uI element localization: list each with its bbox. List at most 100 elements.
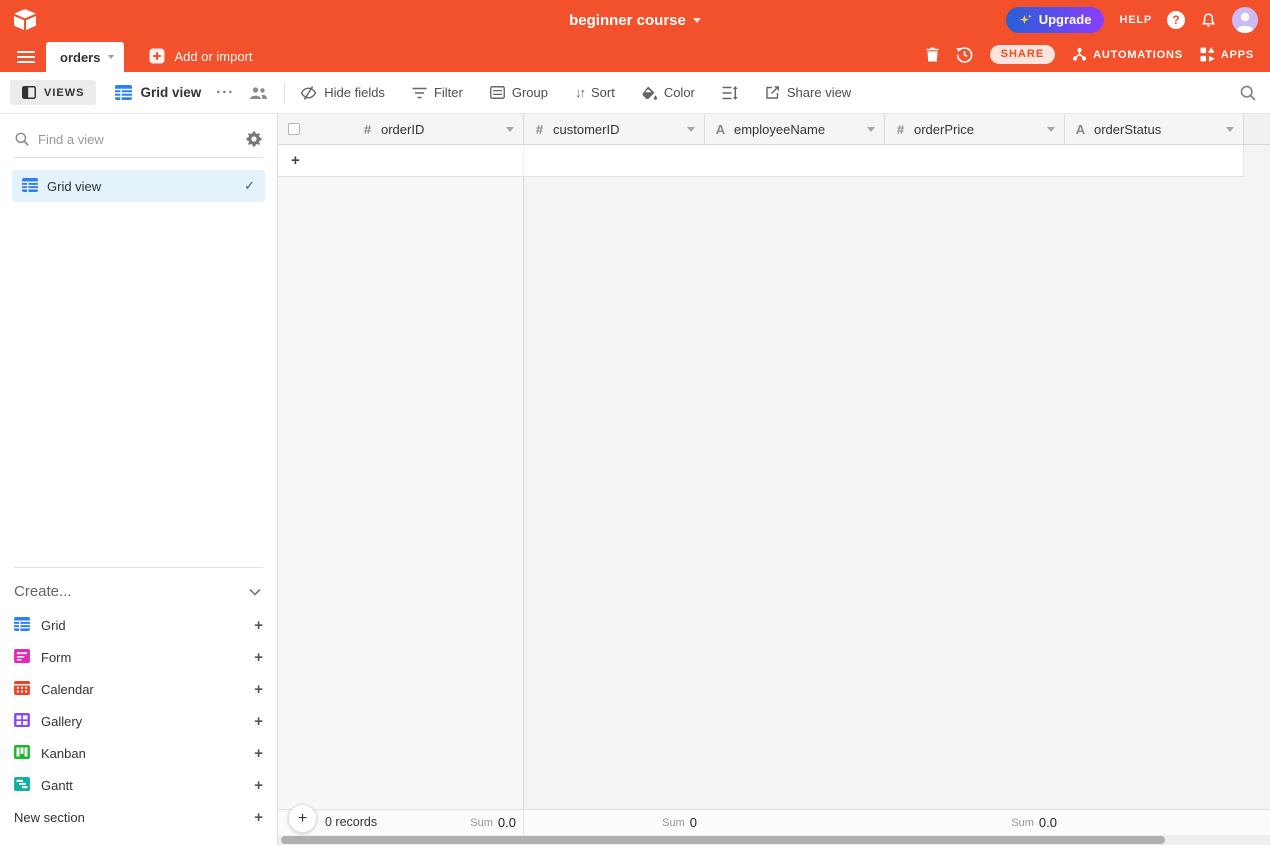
plus-icon: +	[291, 152, 300, 169]
column-header-customerid[interactable]: # customerID	[524, 114, 705, 145]
sidebar-view-grid-view[interactable]: Grid view ✓	[12, 170, 265, 202]
share-view-icon	[765, 85, 780, 100]
column-header-employeename[interactable]: A employeeName	[705, 114, 885, 145]
filter-funnel-icon	[412, 87, 427, 99]
create-form-view[interactable]: Form +	[14, 641, 263, 673]
select-all-checkbox[interactable]	[288, 123, 300, 135]
table-tab-label: orders	[60, 50, 100, 65]
help-question-icon[interactable]: ?	[1167, 11, 1185, 29]
text-field-icon: A	[714, 122, 727, 137]
apps-button[interactable]: APPS	[1200, 47, 1254, 62]
collaborators-icon[interactable]	[249, 86, 268, 100]
current-view-label: Grid view	[140, 85, 201, 100]
hamburger-menu-icon[interactable]	[17, 51, 35, 63]
field-dropdown-icon[interactable]	[1226, 127, 1234, 132]
views-sidebar-toggle[interactable]: VIEWS	[10, 80, 96, 105]
summary-sum-orderprice[interactable]: Sum 0.0	[877, 810, 1057, 835]
gallery-view-icon	[14, 713, 30, 729]
column-header-orderid[interactable]: # orderID	[278, 114, 524, 145]
upgrade-button[interactable]: Upgrade	[1006, 7, 1105, 33]
kanban-view-icon	[14, 745, 30, 761]
grid-view-icon	[115, 85, 132, 100]
column-header-orderstatus[interactable]: A orderStatus	[1065, 114, 1244, 145]
sum-value: 0.0	[498, 815, 516, 830]
group-button[interactable]: Group	[490, 85, 548, 100]
automations-label: AUTOMATIONS	[1093, 49, 1183, 61]
create-gantt-view[interactable]: Gantt +	[14, 769, 263, 801]
field-name: # orderPrice	[885, 122, 974, 137]
content: Grid view ✓ Create... Grid +	[0, 114, 1270, 845]
table-tab-chevron-icon[interactable]	[108, 55, 114, 59]
trash-icon[interactable]	[926, 47, 939, 62]
find-view-input[interactable]	[38, 132, 237, 147]
create-view-list: Grid + Form + Calendar +	[0, 609, 277, 845]
share-view-label: Share view	[787, 85, 851, 100]
table-tab-orders[interactable]: orders	[46, 42, 124, 72]
plus-square-icon	[149, 48, 165, 64]
create-section-toggle[interactable]: Create...	[14, 583, 261, 600]
summary-sum-customerid[interactable]: Sum 0	[517, 810, 697, 835]
current-view-button[interactable]: Grid view	[115, 85, 201, 100]
grid-header-row: # orderID # customerID A employeeName	[278, 114, 1270, 145]
hide-fields-eye-icon	[300, 86, 317, 100]
grid-view-icon	[22, 178, 38, 194]
table-tabs-bar: orders Add or import SHARE AUTOMATIONS	[0, 40, 1270, 72]
field-dropdown-icon[interactable]	[1047, 127, 1055, 132]
automations-button[interactable]: AUTOMATIONS	[1072, 47, 1183, 62]
horizontal-scrollbar[interactable]	[278, 835, 1270, 845]
sparkle-icon	[1019, 13, 1033, 27]
create-calendar-view[interactable]: Calendar +	[14, 673, 263, 705]
scrollbar-thumb[interactable]	[281, 836, 1165, 844]
row-height-icon	[722, 86, 738, 100]
sort-button[interactable]: ↓↑ Sort	[575, 85, 615, 100]
search-icon	[15, 132, 29, 146]
tabbar-right: SHARE AUTOMATIONS APPS	[926, 45, 1270, 72]
topbar-right: Upgrade HELP ?	[1006, 7, 1258, 33]
avatar[interactable]	[1232, 7, 1258, 33]
column-name: orderStatus	[1094, 122, 1161, 137]
column-name: customerID	[553, 122, 619, 137]
search-icon[interactable]	[1240, 85, 1256, 101]
form-view-icon	[14, 649, 30, 665]
gear-icon[interactable]	[246, 131, 262, 147]
add-record-row[interactable]: +	[278, 145, 1244, 177]
field-dropdown-icon[interactable]	[687, 127, 695, 132]
sum-label: Sum	[470, 817, 493, 829]
add-or-import-button[interactable]: Add or import	[149, 48, 252, 64]
create-item-label: Kanban	[41, 746, 86, 761]
help-button[interactable]: HELP	[1119, 14, 1152, 26]
sum-value: 0	[690, 815, 697, 830]
divider	[14, 157, 263, 158]
summary-bar: + 0 records Sum 0.0 Sum 0 Sum 0.0	[278, 809, 1270, 835]
column-name: orderID	[381, 122, 424, 137]
field-dropdown-icon[interactable]	[867, 127, 875, 132]
color-label: Color	[664, 85, 695, 100]
create-item-label: Gantt	[41, 778, 73, 793]
grid-view-icon	[14, 617, 30, 633]
share-view-button[interactable]: Share view	[765, 85, 851, 100]
view-toolbar: VIEWS Grid view ··· Hide fields Filter	[0, 72, 1270, 114]
share-button[interactable]: SHARE	[990, 45, 1056, 64]
number-field-icon: #	[533, 122, 546, 137]
field-dropdown-icon[interactable]	[506, 127, 514, 132]
hide-fields-button[interactable]: Hide fields	[300, 85, 385, 100]
color-button[interactable]: Color	[642, 85, 695, 100]
number-field-icon: #	[361, 122, 374, 137]
create-gallery-view[interactable]: Gallery +	[14, 705, 263, 737]
view-options-ellipsis-icon[interactable]: ···	[216, 88, 234, 98]
notifications-bell-icon[interactable]	[1200, 12, 1217, 29]
new-section-button[interactable]: New section +	[14, 801, 263, 833]
create-kanban-view[interactable]: Kanban +	[14, 737, 263, 769]
row-height-button[interactable]	[722, 86, 738, 100]
history-icon[interactable]	[956, 46, 973, 63]
chevron-down-icon	[249, 583, 261, 600]
base-title-menu[interactable]: beginner course	[569, 12, 701, 29]
plus-icon: +	[254, 681, 263, 698]
add-record-button[interactable]: +	[288, 804, 317, 833]
create-grid-view[interactable]: Grid +	[14, 609, 263, 641]
sidebar-panel-icon	[22, 86, 36, 99]
find-view-row	[15, 131, 262, 147]
filter-button[interactable]: Filter	[412, 85, 463, 100]
column-header-orderprice[interactable]: # orderPrice	[885, 114, 1065, 145]
group-label: Group	[512, 85, 548, 100]
